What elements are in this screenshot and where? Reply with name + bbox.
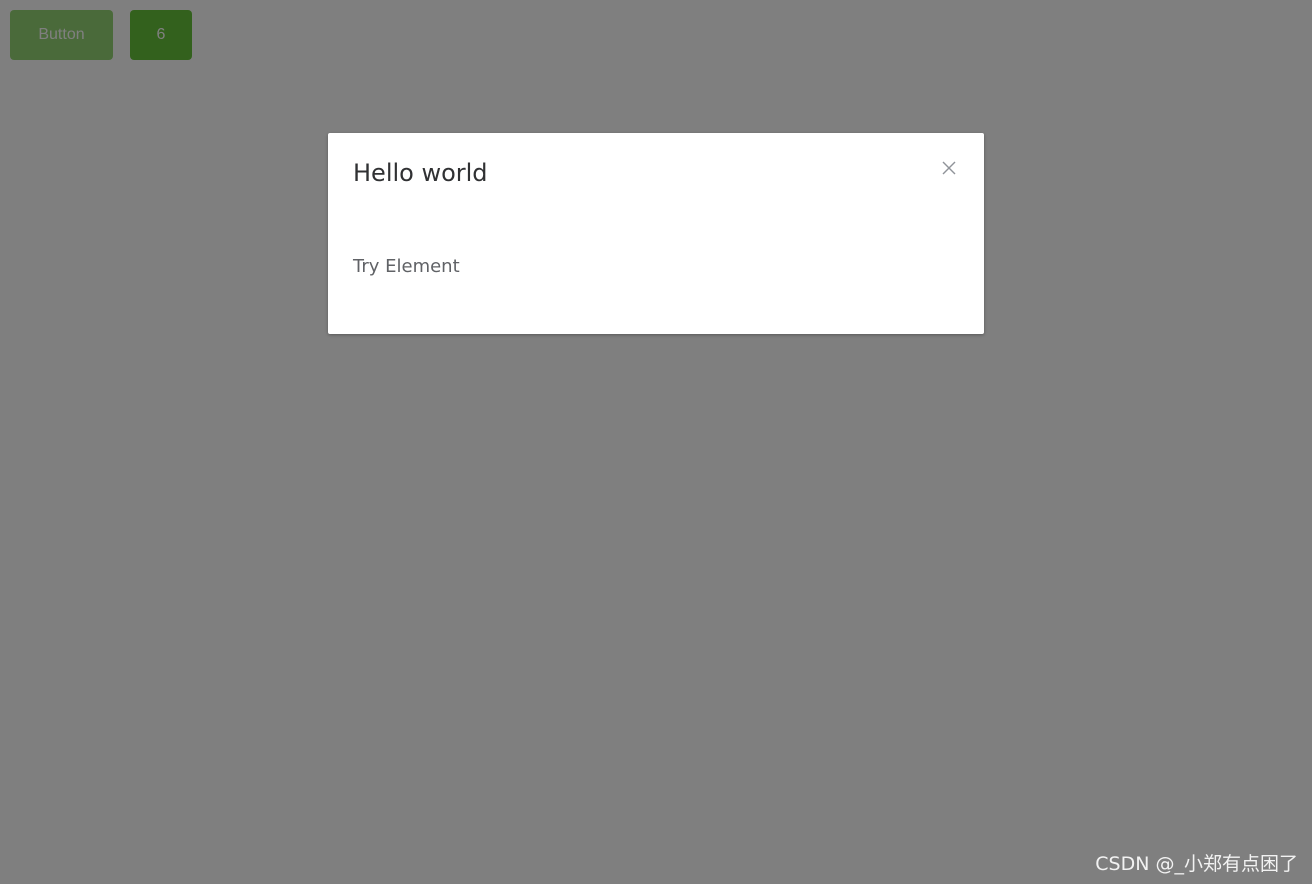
dialog-body-text: Try Element [353,256,460,277]
close-icon[interactable] [938,157,960,179]
dialog: Hello world Try Element [328,133,984,334]
dialog-title: Hello world [353,159,488,187]
watermark-text: CSDN @_小郑有点困了 [1095,853,1298,875]
modal-overlay[interactable]: Hello world Try Element CSDN @_小郑有点困了 [0,0,1312,884]
close-icon-glyph [942,161,956,175]
